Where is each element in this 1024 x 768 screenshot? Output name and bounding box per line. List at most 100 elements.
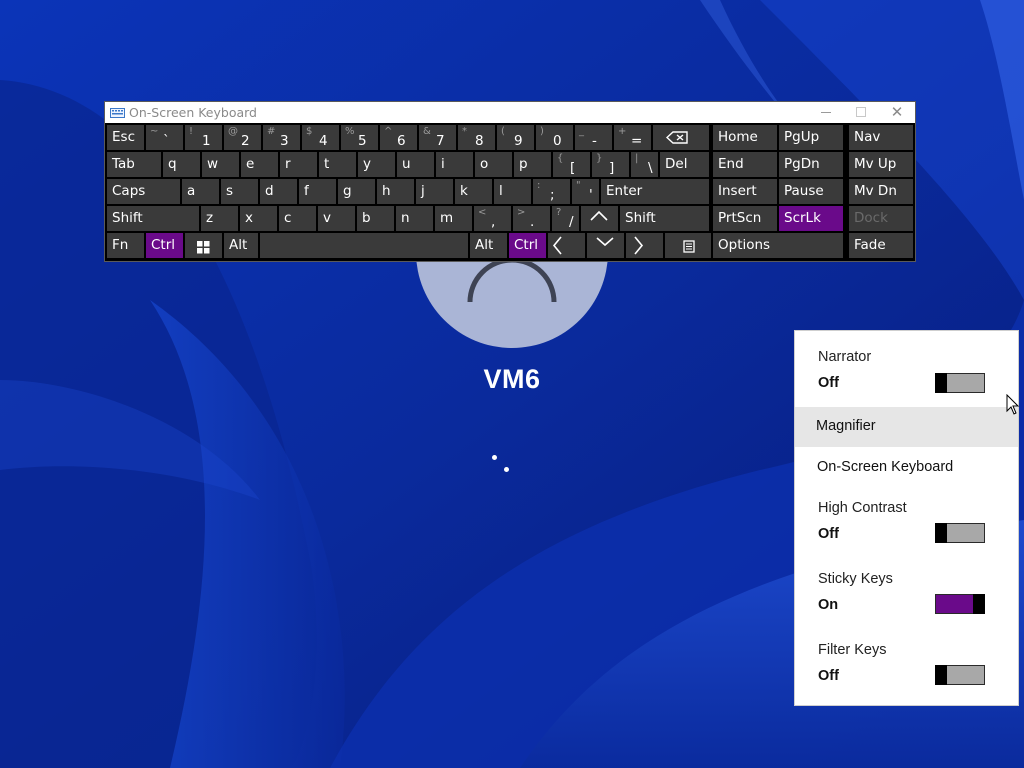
key-label: b — [362, 210, 371, 226]
backspace-key[interactable] — [653, 125, 709, 150]
shift-key[interactable]: Shift — [107, 206, 199, 231]
space-key[interactable] — [260, 233, 468, 258]
q-key[interactable]: q — [163, 152, 200, 177]
mv-up-key[interactable]: Mv Up — [849, 152, 913, 177]
arrow-left-key[interactable] — [548, 233, 585, 258]
key-shift-label: > — [517, 207, 526, 218]
del-key[interactable]: Del — [660, 152, 709, 177]
b-key[interactable]: b — [357, 206, 394, 231]
magnifier-button[interactable]: Magnifier — [795, 407, 1018, 447]
s-key[interactable]: s — [221, 179, 258, 204]
key-label: Shift — [625, 210, 656, 226]
w-key[interactable]: w — [202, 152, 239, 177]
semicolon-key[interactable]: :; — [533, 179, 570, 204]
tab-key[interactable]: Tab — [107, 152, 161, 177]
8-key[interactable]: * 8 — [458, 125, 495, 150]
prtscn-key[interactable]: PrtScn — [713, 206, 777, 231]
m-key[interactable]: m — [435, 206, 472, 231]
shift-key[interactable]: Shift — [620, 206, 709, 231]
alt-key[interactable]: Alt — [470, 233, 507, 258]
on-screen-keyboard-window[interactable]: On-Screen Keyboard ✕ Esc ~ `! 1 @2 #3 $4% 5 ^ 6 & 7… — [104, 101, 916, 262]
period-key[interactable]: >. — [513, 206, 550, 231]
arrow-down-key[interactable] — [587, 233, 624, 258]
6-key[interactable]: ^ 6 — [380, 125, 417, 150]
sticky-keys-toggle[interactable] — [935, 594, 985, 614]
alt-key[interactable]: Alt — [224, 233, 258, 258]
nav-key[interactable]: Nav — [849, 125, 913, 150]
title-bar[interactable]: On-Screen Keyboard ✕ — [105, 102, 915, 123]
fade-key[interactable]: Fade — [849, 233, 913, 258]
right-bracket-key[interactable]: }] — [592, 152, 629, 177]
arrow-up-key[interactable] — [581, 206, 618, 231]
minus-key[interactable]: _ - — [575, 125, 612, 150]
key-label: v — [323, 210, 331, 226]
1-key[interactable]: ! 1 — [185, 125, 222, 150]
7-key[interactable]: & 7 — [419, 125, 456, 150]
r-key[interactable]: r — [280, 152, 317, 177]
i-key[interactable]: i — [436, 152, 473, 177]
dock-key[interactable]: Dock — [849, 206, 913, 231]
left-bracket-key[interactable]: {[ — [553, 152, 590, 177]
scrlk-key[interactable]: ScrLk — [779, 206, 843, 231]
close-button[interactable]: ✕ — [879, 102, 915, 123]
ctrl-key[interactable]: Ctrl — [509, 233, 546, 258]
h-key[interactable]: h — [377, 179, 414, 204]
menu-key-key[interactable] — [665, 233, 711, 258]
pause-key[interactable]: Pause — [779, 179, 843, 204]
l-key[interactable]: l — [494, 179, 531, 204]
arrow-right-key[interactable] — [626, 233, 663, 258]
home-key[interactable]: Home — [713, 125, 777, 150]
equals-key[interactable]: + = — [614, 125, 651, 150]
fn-key[interactable]: Fn — [107, 233, 144, 258]
f-key[interactable]: f — [299, 179, 336, 204]
c-key[interactable]: c — [279, 206, 316, 231]
k-key[interactable]: k — [455, 179, 492, 204]
3-key[interactable]: #3 — [263, 125, 300, 150]
n-key[interactable]: n — [396, 206, 433, 231]
narrator-toggle[interactable] — [935, 373, 985, 393]
key-label: i — [441, 156, 445, 172]
d-key[interactable]: d — [260, 179, 297, 204]
maximize-button[interactable] — [843, 102, 879, 123]
j-key[interactable]: j — [416, 179, 453, 204]
quote-key[interactable]: " ' — [572, 179, 599, 204]
mv-dn-key[interactable]: Mv Dn — [849, 179, 913, 204]
g-key[interactable]: g — [338, 179, 375, 204]
minimize-button[interactable] — [807, 102, 843, 123]
backslash-key[interactable]: | \ — [631, 152, 658, 177]
enter-key[interactable]: Enter — [601, 179, 709, 204]
9-key[interactable]: (9 — [497, 125, 534, 150]
high-contrast-toggle[interactable] — [935, 523, 985, 543]
4-key[interactable]: $4 — [302, 125, 339, 150]
slash-key[interactable]: ? / — [552, 206, 579, 231]
p-key[interactable]: p — [514, 152, 551, 177]
y-key[interactable]: y — [358, 152, 395, 177]
v-key[interactable]: v — [318, 206, 355, 231]
caps-key[interactable]: Caps — [107, 179, 180, 204]
e-key[interactable]: e — [241, 152, 278, 177]
comma-key[interactable]: <, — [474, 206, 511, 231]
t-key[interactable]: t — [319, 152, 356, 177]
key-label: End — [718, 156, 744, 172]
insert-key[interactable]: Insert — [713, 179, 777, 204]
end-key[interactable]: End — [713, 152, 777, 177]
pgdn-key[interactable]: PgDn — [779, 152, 843, 177]
windows-logo-key[interactable] — [185, 233, 222, 258]
5-key[interactable]: % 5 — [341, 125, 378, 150]
options-key[interactable]: Options — [713, 233, 843, 258]
z-key[interactable]: z — [201, 206, 238, 231]
ctrl-key[interactable]: Ctrl — [146, 233, 183, 258]
filter-keys-toggle[interactable] — [935, 665, 985, 685]
on-screen-keyboard-button[interactable]: On-Screen Keyboard — [795, 448, 1018, 488]
o-key[interactable]: o — [475, 152, 512, 177]
x-key[interactable]: x — [240, 206, 277, 231]
u-key[interactable]: u — [397, 152, 434, 177]
key-label: ; — [550, 187, 555, 203]
2-key[interactable]: @2 — [224, 125, 261, 150]
0-key[interactable]: ) 0 — [536, 125, 573, 150]
username: VM6 — [483, 364, 541, 394]
esc-key[interactable]: Esc — [107, 125, 144, 150]
pgup-key[interactable]: PgUp — [779, 125, 843, 150]
a-key[interactable]: a — [182, 179, 219, 204]
backtick-key[interactable]: ~ ` — [146, 125, 183, 150]
